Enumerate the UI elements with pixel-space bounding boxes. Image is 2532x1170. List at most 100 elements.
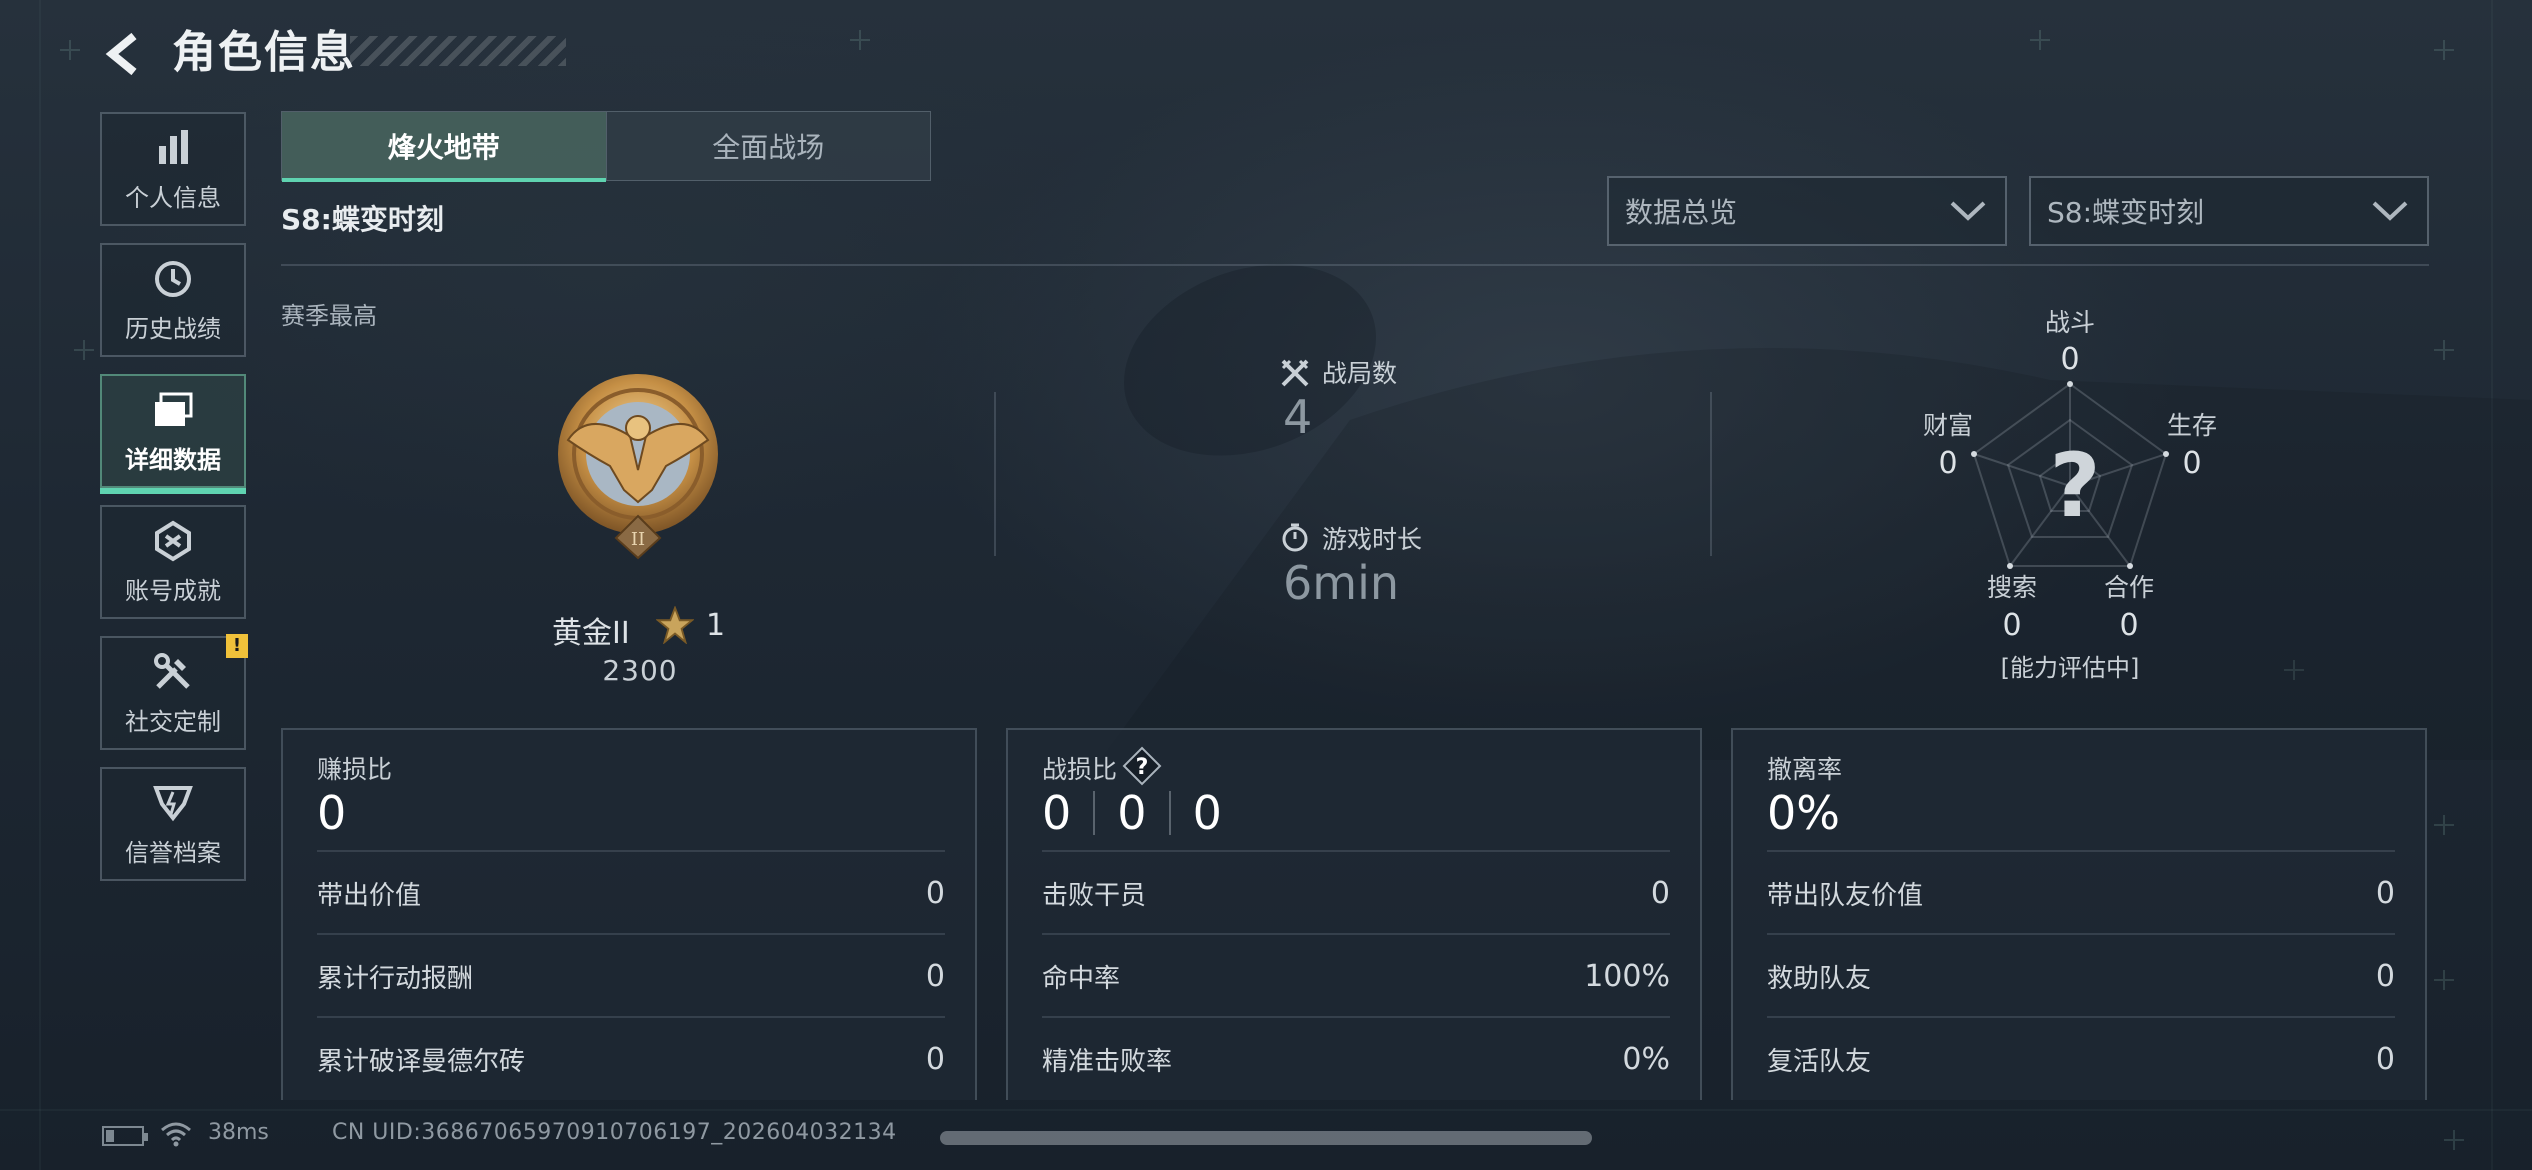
sidebar-item-history[interactable]: 历史战绩 — [100, 243, 246, 357]
view-dropdown[interactable]: 数据总览 — [1607, 176, 2007, 246]
horizontal-scrollbar[interactable] — [940, 1131, 1592, 1145]
profit-ratio-card: 赚损比 0 带出价值 0 累计行动报酬 0 累计破译曼德尔砖 0 — [281, 728, 977, 1100]
sidebar-item-personal-info[interactable]: 个人信息 — [100, 112, 246, 226]
divider — [1093, 791, 1096, 835]
user-uid: CN UID:36867065970910706197_202604032134 — [332, 1120, 897, 1145]
stat-value: 0% — [1622, 1041, 1670, 1077]
divider — [1710, 392, 1712, 556]
stat-row: 带出价值 0 — [317, 850, 945, 934]
stat-value: 0 — [1650, 875, 1670, 911]
sidebar-item-label: 个人信息 — [125, 183, 221, 212]
stat-row: 累计破译曼德尔砖 0 — [317, 1016, 945, 1100]
kd-value-1: 0 — [1042, 786, 1072, 840]
credit-shield-icon — [151, 781, 195, 825]
card-title: 战损比 — [1042, 755, 1118, 784]
svg-text:II: II — [631, 529, 645, 550]
stat-label: 带出价值 — [317, 880, 422, 911]
folder-stack-icon — [151, 388, 195, 432]
crossed-swords-icon — [1281, 359, 1309, 387]
sidebar-item-label: 社交定制 — [125, 707, 221, 736]
stat-value: 0 — [2375, 958, 2395, 994]
card-title: 赚损比 — [317, 755, 393, 784]
ping-indicator: 38ms — [208, 1120, 269, 1145]
stat-label: 击败干员 — [1042, 880, 1147, 911]
sidebar-item-achievements[interactable]: 账号成就 — [100, 505, 246, 619]
stat-label: 带出队友价值 — [1767, 880, 1924, 911]
card-main-value: 0 — [317, 786, 347, 840]
sidebar: 个人信息 历史战绩 详细数据 账号成就 社交定制 ! 信誉档案 — [100, 112, 248, 898]
stat-value: 0 — [925, 1041, 945, 1077]
tab-full-battlefield[interactable]: 全面战场 — [605, 112, 931, 180]
season-dropdown[interactable]: S8:蝶变时刻 — [2029, 176, 2429, 246]
back-button[interactable] — [96, 26, 152, 82]
achievement-icon — [151, 519, 195, 563]
rank-star-count: 1 — [706, 608, 726, 643]
page-title: 角色信息 — [172, 27, 356, 78]
tools-icon — [151, 650, 195, 694]
sidebar-item-credit-record[interactable]: 信誉档案 — [100, 767, 246, 881]
season-best-label: 赛季最高 — [281, 302, 377, 330]
stat-label: 累计行动报酬 — [317, 963, 474, 994]
play-time-label: 游戏时长 — [1322, 525, 1423, 554]
stat-row: 带出队友价值 0 — [1767, 850, 2395, 934]
stopwatch-icon — [1282, 523, 1308, 552]
sidebar-item-label: 信誉档案 — [125, 838, 221, 867]
kd-value-3: 0 — [1192, 786, 1222, 840]
radar-combat-label: 战斗 — [2044, 308, 2095, 337]
radar-survival-value: 0 — [2182, 446, 2202, 481]
history-clock-icon — [151, 257, 195, 301]
radar-teamwork-label: 合作 — [2103, 573, 2154, 602]
radar-survival-label: 生存 — [2166, 411, 2217, 440]
play-time-value: 6min — [1283, 556, 1400, 610]
view-dropdown-value: 数据总览 — [1625, 196, 1738, 229]
kd-value-2: 0 — [1117, 786, 1147, 840]
stat-row: 命中率 100% — [1042, 933, 1670, 1017]
radar-search-label: 搜索 — [1986, 573, 2037, 602]
sidebar-item-label: 详细数据 — [125, 445, 221, 474]
extraction-rate-card: 撤离率 0% 带出队友价值 0 救助队友 0 复活队友 0 — [1731, 728, 2427, 1100]
season-dropdown-value: S8:蝶变时刻 — [2047, 196, 2205, 229]
back-arrow-icon — [105, 32, 137, 76]
matches-label: 战局数 — [1322, 359, 1398, 388]
radar-status: [能力评估中] — [2000, 654, 2140, 682]
radar-wealth-label: 财富 — [1922, 411, 1973, 440]
matches-value: 4 — [1283, 390, 1313, 444]
divider — [1168, 791, 1171, 835]
rank-gold-badge-icon: II — [558, 374, 718, 560]
stat-value: 0 — [2375, 875, 2395, 911]
tab-hazard-zone[interactable]: 烽火地带 — [282, 112, 606, 182]
radar-wealth-value: 0 — [1938, 446, 1958, 481]
radar-unknown-mark: ? — [2049, 434, 2101, 537]
radar-search-value: 0 — [2002, 608, 2022, 643]
card-title: 撤离率 — [1767, 755, 1843, 784]
card-main-value: 0% — [1767, 786, 1840, 840]
help-icon[interactable]: ? — [1122, 746, 1162, 786]
mode-tabs: 烽火地带 全面战场 — [281, 111, 931, 182]
stat-value: 0 — [925, 958, 945, 994]
kd-values: 0 0 0 — [1042, 786, 1222, 840]
kd-ratio-card: 战损比 ? 0 0 0 击败干员 0 命中率 100% 精准击败率 0% — [1006, 728, 1702, 1100]
star-icon — [656, 606, 694, 644]
divider — [281, 264, 2429, 266]
stat-row: 精准击败率 0% — [1042, 1016, 1670, 1100]
radar-teamwork-value: 0 — [2119, 608, 2139, 643]
stat-label: 累计破译曼德尔砖 — [317, 1046, 526, 1077]
stat-value: 0 — [2375, 1041, 2395, 1077]
sidebar-item-detailed-data[interactable]: 详细数据 — [100, 374, 246, 494]
radar-combat-value: 0 — [2060, 342, 2080, 377]
alert-badge: ! — [226, 634, 248, 658]
stat-row: 救助队友 0 — [1767, 933, 2395, 1017]
wifi-icon — [161, 1122, 191, 1147]
divider — [994, 392, 996, 556]
season-title: S8:蝶变时刻 — [281, 203, 444, 236]
chevron-down-icon — [1950, 201, 1986, 221]
title-decoration — [350, 36, 566, 66]
stat-value: 0 — [925, 875, 945, 911]
stat-label: 命中率 — [1042, 963, 1121, 994]
stat-label: 救助队友 — [1767, 963, 1872, 994]
stat-row: 复活队友 0 — [1767, 1016, 2395, 1100]
rank-name: 黄金II — [552, 616, 630, 651]
stat-label: 复活队友 — [1767, 1046, 1872, 1077]
sidebar-item-social-customization[interactable]: 社交定制 ! — [100, 634, 248, 750]
stat-value: 100% — [1584, 958, 1670, 994]
